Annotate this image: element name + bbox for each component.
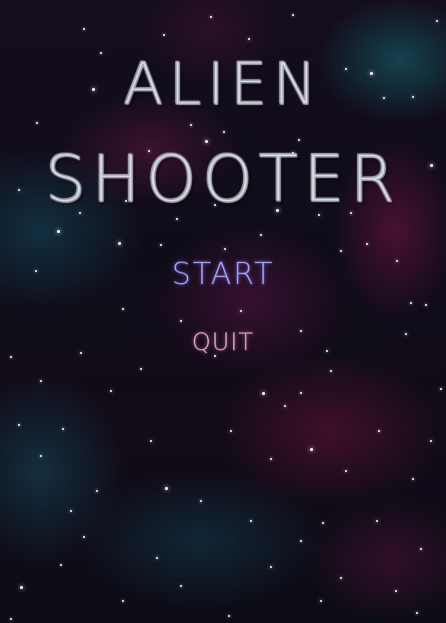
star-decoration — [270, 566, 272, 568]
star-decoration — [262, 392, 265, 395]
star-decoration — [345, 470, 347, 472]
game-title-line1: ALIEN — [123, 50, 323, 119]
game-title-line2: SHOOTER — [45, 143, 401, 218]
star-decoration — [18, 424, 20, 426]
star-decoration — [163, 34, 165, 36]
star-decoration — [180, 585, 182, 587]
star-decoration — [284, 405, 286, 407]
star-decoration — [190, 124, 192, 126]
star-decoration — [330, 370, 332, 372]
star-decoration — [20, 586, 23, 589]
star-decoration — [250, 520, 252, 522]
star-decoration — [62, 428, 64, 430]
star-decoration — [165, 487, 168, 490]
star-decoration — [248, 38, 250, 40]
star-decoration — [340, 577, 342, 579]
star-decoration — [416, 612, 418, 614]
star-decoration — [376, 520, 378, 522]
star-decoration — [260, 234, 262, 236]
star-decoration — [412, 478, 414, 480]
star-decoration — [180, 320, 182, 322]
star-decoration — [420, 548, 422, 550]
star-decoration — [122, 600, 124, 602]
star-decoration — [410, 302, 412, 304]
star-decoration — [150, 440, 152, 442]
game-screen: ALIEN SHOOTER START QUIT — [0, 0, 446, 623]
star-decoration — [270, 458, 272, 460]
star-decoration — [310, 448, 313, 451]
star-decoration — [210, 16, 212, 18]
star-decoration — [140, 368, 142, 370]
star-decoration — [292, 14, 294, 16]
star-decoration — [436, 20, 438, 22]
star-decoration — [340, 250, 342, 252]
star-decoration — [40, 380, 42, 382]
star-decoration — [118, 242, 121, 245]
star-decoration — [60, 564, 62, 566]
star-decoration — [200, 500, 202, 502]
star-decoration — [57, 230, 60, 233]
star-decoration — [378, 430, 380, 432]
star-decoration — [70, 510, 72, 512]
star-decoration — [240, 310, 242, 312]
star-decoration — [122, 308, 124, 310]
star-decoration — [96, 490, 98, 492]
star-decoration — [224, 248, 226, 250]
start-button[interactable]: START — [0, 255, 446, 295]
star-decoration — [156, 557, 158, 559]
star-decoration — [83, 28, 85, 30]
star-decoration — [425, 304, 427, 306]
star-decoration — [320, 600, 322, 602]
star-decoration — [440, 388, 442, 390]
star-decoration — [40, 455, 42, 457]
star-decoration — [83, 536, 85, 538]
quit-button[interactable]: QUIT — [0, 325, 446, 359]
star-decoration — [430, 440, 432, 442]
star-decoration — [322, 522, 324, 524]
star-decoration — [366, 243, 368, 245]
star-decoration — [395, 590, 397, 592]
star-decoration — [10, 618, 12, 620]
star-decoration — [110, 390, 112, 392]
star-decoration — [228, 615, 230, 617]
star-decoration — [300, 392, 302, 394]
star-decoration — [300, 540, 302, 542]
star-decoration — [160, 244, 162, 246]
star-decoration — [230, 430, 232, 432]
star-decoration — [223, 131, 225, 133]
